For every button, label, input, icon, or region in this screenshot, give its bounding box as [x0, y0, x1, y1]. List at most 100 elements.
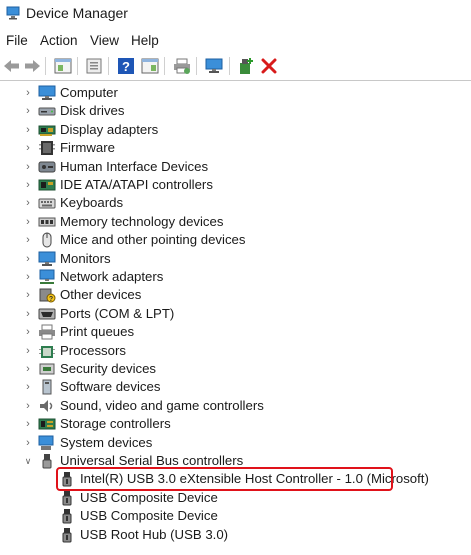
svg-text:?: ? — [49, 296, 53, 303]
tree-category-label: Firmware — [60, 140, 115, 156]
chevron-right-icon[interactable]: › — [22, 417, 34, 431]
chevron-right-icon[interactable]: › — [22, 123, 34, 137]
ide-controller-icon — [38, 179, 56, 191]
tree-category-label: Software devices — [60, 379, 161, 395]
usb-plug-icon — [62, 509, 72, 524]
chevron-right-icon[interactable]: › — [22, 233, 34, 247]
chevron-right-icon[interactable]: › — [22, 252, 34, 266]
tree-category-row[interactable]: › Human Interface Devices — [0, 158, 471, 176]
chevron-right-icon[interactable]: › — [22, 270, 34, 284]
usb-plug-icon — [62, 527, 72, 543]
mouse-icon — [42, 232, 52, 248]
tree-category-row[interactable]: › Computer — [0, 84, 471, 102]
tree-category-row[interactable]: › Storage controllers — [0, 415, 471, 433]
help-icon[interactable]: ? — [116, 56, 136, 76]
printer-icon — [39, 324, 55, 340]
tree-category-row[interactable]: › Memory technology devices — [0, 213, 471, 231]
memory-icon — [38, 217, 56, 227]
chevron-down-icon[interactable]: ∨ — [22, 454, 34, 468]
highlight-box — [56, 467, 393, 491]
tree-category-label: Monitors — [60, 250, 111, 266]
menu-help[interactable]: Help — [131, 33, 159, 48]
properties-icon[interactable] — [53, 56, 73, 76]
tree-category-row[interactable]: › Ports (COM & LPT) — [0, 305, 471, 323]
tree-category-label: Ports (COM & LPT) — [60, 305, 175, 321]
chevron-right-icon[interactable]: › — [22, 86, 34, 100]
chevron-right-icon[interactable]: › — [22, 380, 34, 394]
tree-category-label: Disk drives — [60, 103, 125, 119]
tree-category-row[interactable]: ›? Other devices — [0, 286, 471, 304]
tree-category-row[interactable]: › Mice and other pointing devices — [0, 231, 471, 249]
tree-category-row[interactable]: › Firmware — [0, 139, 471, 157]
chevron-right-icon[interactable]: › — [22, 307, 34, 321]
chevron-right-icon[interactable]: › — [22, 215, 34, 229]
chevron-right-icon[interactable]: › — [22, 178, 34, 192]
chevron-right-icon[interactable]: › — [22, 344, 34, 358]
chevron-right-icon[interactable]: › — [22, 399, 34, 413]
svg-text:?: ? — [122, 59, 130, 74]
tree-category-row[interactable]: › Network adapters — [0, 268, 471, 286]
toolbar-separator — [164, 57, 165, 75]
usb-device-label: USB Composite Device — [80, 508, 218, 524]
usb-icon — [42, 454, 52, 469]
tree-category-row[interactable]: › Print queues — [0, 323, 471, 341]
sound-icon — [40, 399, 53, 412]
usb-device-row[interactable]: USB Composite Device — [0, 507, 471, 525]
usb-device-row[interactable]: USB Root Hub (USB 3.0) — [0, 526, 471, 544]
tree-category-row[interactable]: › Security devices — [0, 360, 471, 378]
tree-category-label: Mice and other pointing devices — [60, 232, 246, 248]
chevron-right-icon[interactable]: › — [22, 362, 34, 376]
tree-category-label: Display adapters — [60, 121, 159, 137]
tree-category-row[interactable]: › Monitors — [0, 250, 471, 268]
software-device-icon — [42, 379, 52, 395]
hid-icon — [38, 161, 56, 173]
tree-category-label: Sound, video and game controllers — [60, 397, 264, 413]
chevron-right-icon[interactable]: › — [22, 141, 34, 155]
menu-file[interactable]: File — [6, 33, 28, 48]
chevron-right-icon[interactable]: › — [22, 436, 34, 450]
tree-category-row[interactable]: › System devices — [0, 434, 471, 452]
firmware-icon — [39, 141, 55, 156]
forward-arrow-icon[interactable] — [22, 56, 42, 76]
scan-hardware-icon[interactable] — [204, 56, 224, 76]
toolbar-separator — [77, 57, 78, 75]
chevron-right-icon[interactable]: › — [22, 196, 34, 210]
system-devices-icon — [38, 435, 54, 450]
chevron-right-icon[interactable]: › — [22, 160, 34, 174]
tree-category-label: Network adapters — [60, 269, 164, 284]
menu-view[interactable]: View — [90, 33, 119, 48]
print-icon[interactable] — [172, 56, 192, 76]
tree-category-label: IDE ATA/ATAPI controllers — [60, 177, 213, 192]
chevron-right-icon[interactable]: › — [22, 288, 34, 302]
tree-category-label: Human Interface Devices — [60, 158, 209, 174]
window-title: Device Manager — [26, 5, 128, 21]
other-devices-icon: ? — [39, 288, 56, 303]
add-driver-icon[interactable] — [236, 56, 256, 76]
disk-drive-icon — [38, 107, 56, 116]
tree-category-label: System devices — [60, 434, 153, 450]
uninstall-device-icon[interactable] — [259, 56, 279, 76]
tree-category-row[interactable]: › IDE ATA/ATAPI controllers — [0, 176, 471, 194]
usb-device-row[interactable]: USB Composite Device — [0, 489, 471, 507]
monitor-icon — [38, 251, 56, 266]
show-hidden-icon[interactable] — [140, 56, 160, 76]
tree-category-row[interactable]: › Software devices — [0, 378, 471, 396]
back-arrow-icon[interactable] — [2, 56, 22, 76]
tree-category-row[interactable]: › Keyboards — [0, 194, 471, 212]
toolbar-separator — [196, 57, 197, 75]
tree-category-row[interactable]: › Disk drives — [0, 102, 471, 120]
processor-icon — [39, 345, 55, 358]
device-manager-icon — [6, 6, 20, 20]
chevron-right-icon[interactable]: › — [22, 325, 34, 339]
computer-icon — [38, 85, 56, 100]
tree-category-row[interactable]: › Processors — [0, 342, 471, 360]
title-bar: Device Manager — [0, 0, 471, 28]
menu-action[interactable]: Action — [40, 33, 78, 48]
keyboard-icon — [38, 198, 56, 209]
chevron-right-icon[interactable]: › — [22, 104, 34, 118]
toolbar-separator — [229, 57, 230, 75]
update-driver-icon[interactable] — [84, 56, 104, 76]
tree-category-row[interactable]: › Sound, video and game controllers — [0, 397, 471, 415]
toolbar: ? — [0, 53, 471, 79]
tree-category-row[interactable]: › Display adapters — [0, 121, 471, 139]
